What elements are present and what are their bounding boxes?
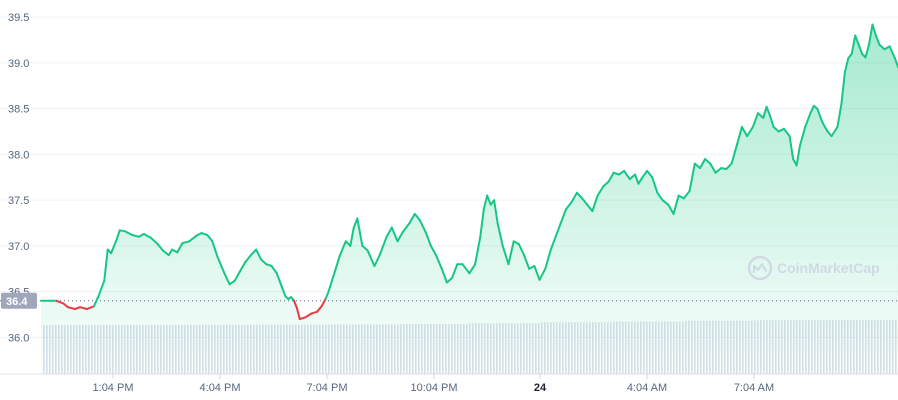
x-axis: 1:04 PM 4:04 PM 7:04 PM 10:04 PM 24 4:04 AM 7:… <box>93 374 774 394</box>
x-tick-label: 1:04 PM <box>93 382 134 394</box>
reference-label: 36.4 <box>6 296 28 308</box>
x-tick-label: 7:04 PM <box>307 382 348 394</box>
x-tick-label: 4:04 PM <box>200 382 241 394</box>
x-tick-label: 10:04 PM <box>410 382 457 394</box>
reference-badge: 36.4 <box>1 292 37 309</box>
y-tick-label: 36.0 <box>8 332 29 344</box>
y-tick-label: 39.0 <box>8 58 29 70</box>
x-tick-label: 24 <box>534 382 547 394</box>
y-tick-label: 39.5 <box>8 12 29 24</box>
y-tick-label: 37.5 <box>8 195 29 207</box>
x-tick-label: 7:04 AM <box>734 382 774 394</box>
y-tick-label: 37.0 <box>8 241 29 253</box>
watermark-text: CoinMarketCap <box>777 260 880 276</box>
price-chart[interactable]: 39.539.038.538.037.537.036.536.0 1:04 PM… <box>0 0 898 400</box>
x-tick-label: 4:04 AM <box>627 382 667 394</box>
y-tick-label: 38.0 <box>8 149 29 161</box>
y-tick-label: 38.5 <box>8 104 29 116</box>
price-area-fill <box>41 24 898 374</box>
